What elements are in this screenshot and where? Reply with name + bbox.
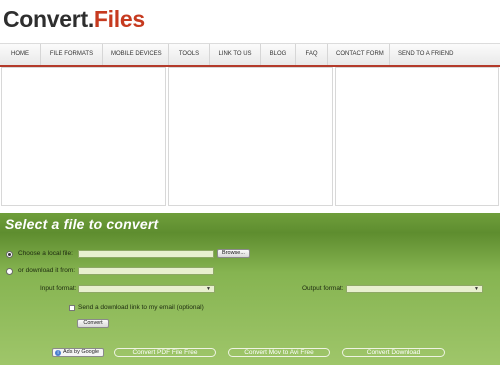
output-format-label: Output format: [302, 285, 344, 292]
logo-part-convert: Convert [3, 6, 88, 32]
input-format-select[interactable]: ▼ [78, 285, 215, 293]
local-file-input[interactable] [78, 250, 214, 258]
nav-item-link-to-us[interactable]: LINK TO US [210, 44, 261, 65]
nav-item-faq[interactable]: FAQ [296, 44, 328, 65]
ads-by-google-label: Ads by Google [63, 349, 100, 355]
nav-item-file-formats[interactable]: FILE FORMATS [41, 44, 103, 65]
ad-box-right[interactable] [335, 67, 499, 206]
output-format-select[interactable]: ▼ [346, 285, 483, 293]
ad-area [0, 67, 500, 207]
nav-item-mobile-devices[interactable]: MOBILE DEVICES [103, 44, 169, 65]
download-url-radio[interactable] [6, 268, 13, 275]
info-icon: i [55, 350, 61, 356]
nav-item-send-to-a-friend[interactable]: SEND TO A FRIEND [390, 44, 460, 65]
nav-item-contact-form[interactable]: CONTACT FORM [328, 44, 390, 65]
email-link-checkbox[interactable] [69, 305, 75, 311]
local-file-radio[interactable] [6, 251, 13, 258]
ads-by-google-button[interactable]: i Ads by Google [52, 348, 104, 357]
converter-title: Select a file to convert [5, 216, 159, 232]
converter-panel: Select a file to convert Choose a local … [0, 213, 500, 365]
logo-part-files: Files [93, 6, 145, 32]
chevron-down-icon: ▼ [474, 286, 479, 292]
download-url-input[interactable] [78, 267, 214, 275]
convert-button[interactable]: Convert [77, 319, 109, 328]
ad-link-convert-pdf[interactable]: Convert PDF File Free [114, 348, 216, 357]
site-logo[interactable]: Convert.Files [3, 4, 145, 34]
local-file-label: Choose a local file: [18, 250, 73, 257]
nav-item-blog[interactable]: BLOG [261, 44, 296, 65]
download-url-label: or download it from: [18, 267, 76, 274]
nav-item-tools[interactable]: TOOLS [169, 44, 210, 65]
nav-item-home[interactable]: HOME [0, 44, 41, 65]
email-link-label: Send a download link to my email (option… [78, 304, 204, 311]
browse-button[interactable]: Browse... [217, 249, 250, 258]
ad-box-center[interactable] [168, 67, 333, 206]
ad-link-convert-download[interactable]: Convert Download [342, 348, 445, 357]
ad-box-left[interactable] [1, 67, 166, 206]
chevron-down-icon: ▼ [206, 286, 211, 292]
input-format-label: Input format: [40, 285, 77, 292]
main-nav: HOME FILE FORMATS MOBILE DEVICES TOOLS L… [0, 43, 500, 67]
ad-link-convert-mov-avi[interactable]: Convert Mov to Avi Free [228, 348, 330, 357]
ad-links-row: i Ads by Google Convert PDF File Free Co… [0, 348, 500, 358]
